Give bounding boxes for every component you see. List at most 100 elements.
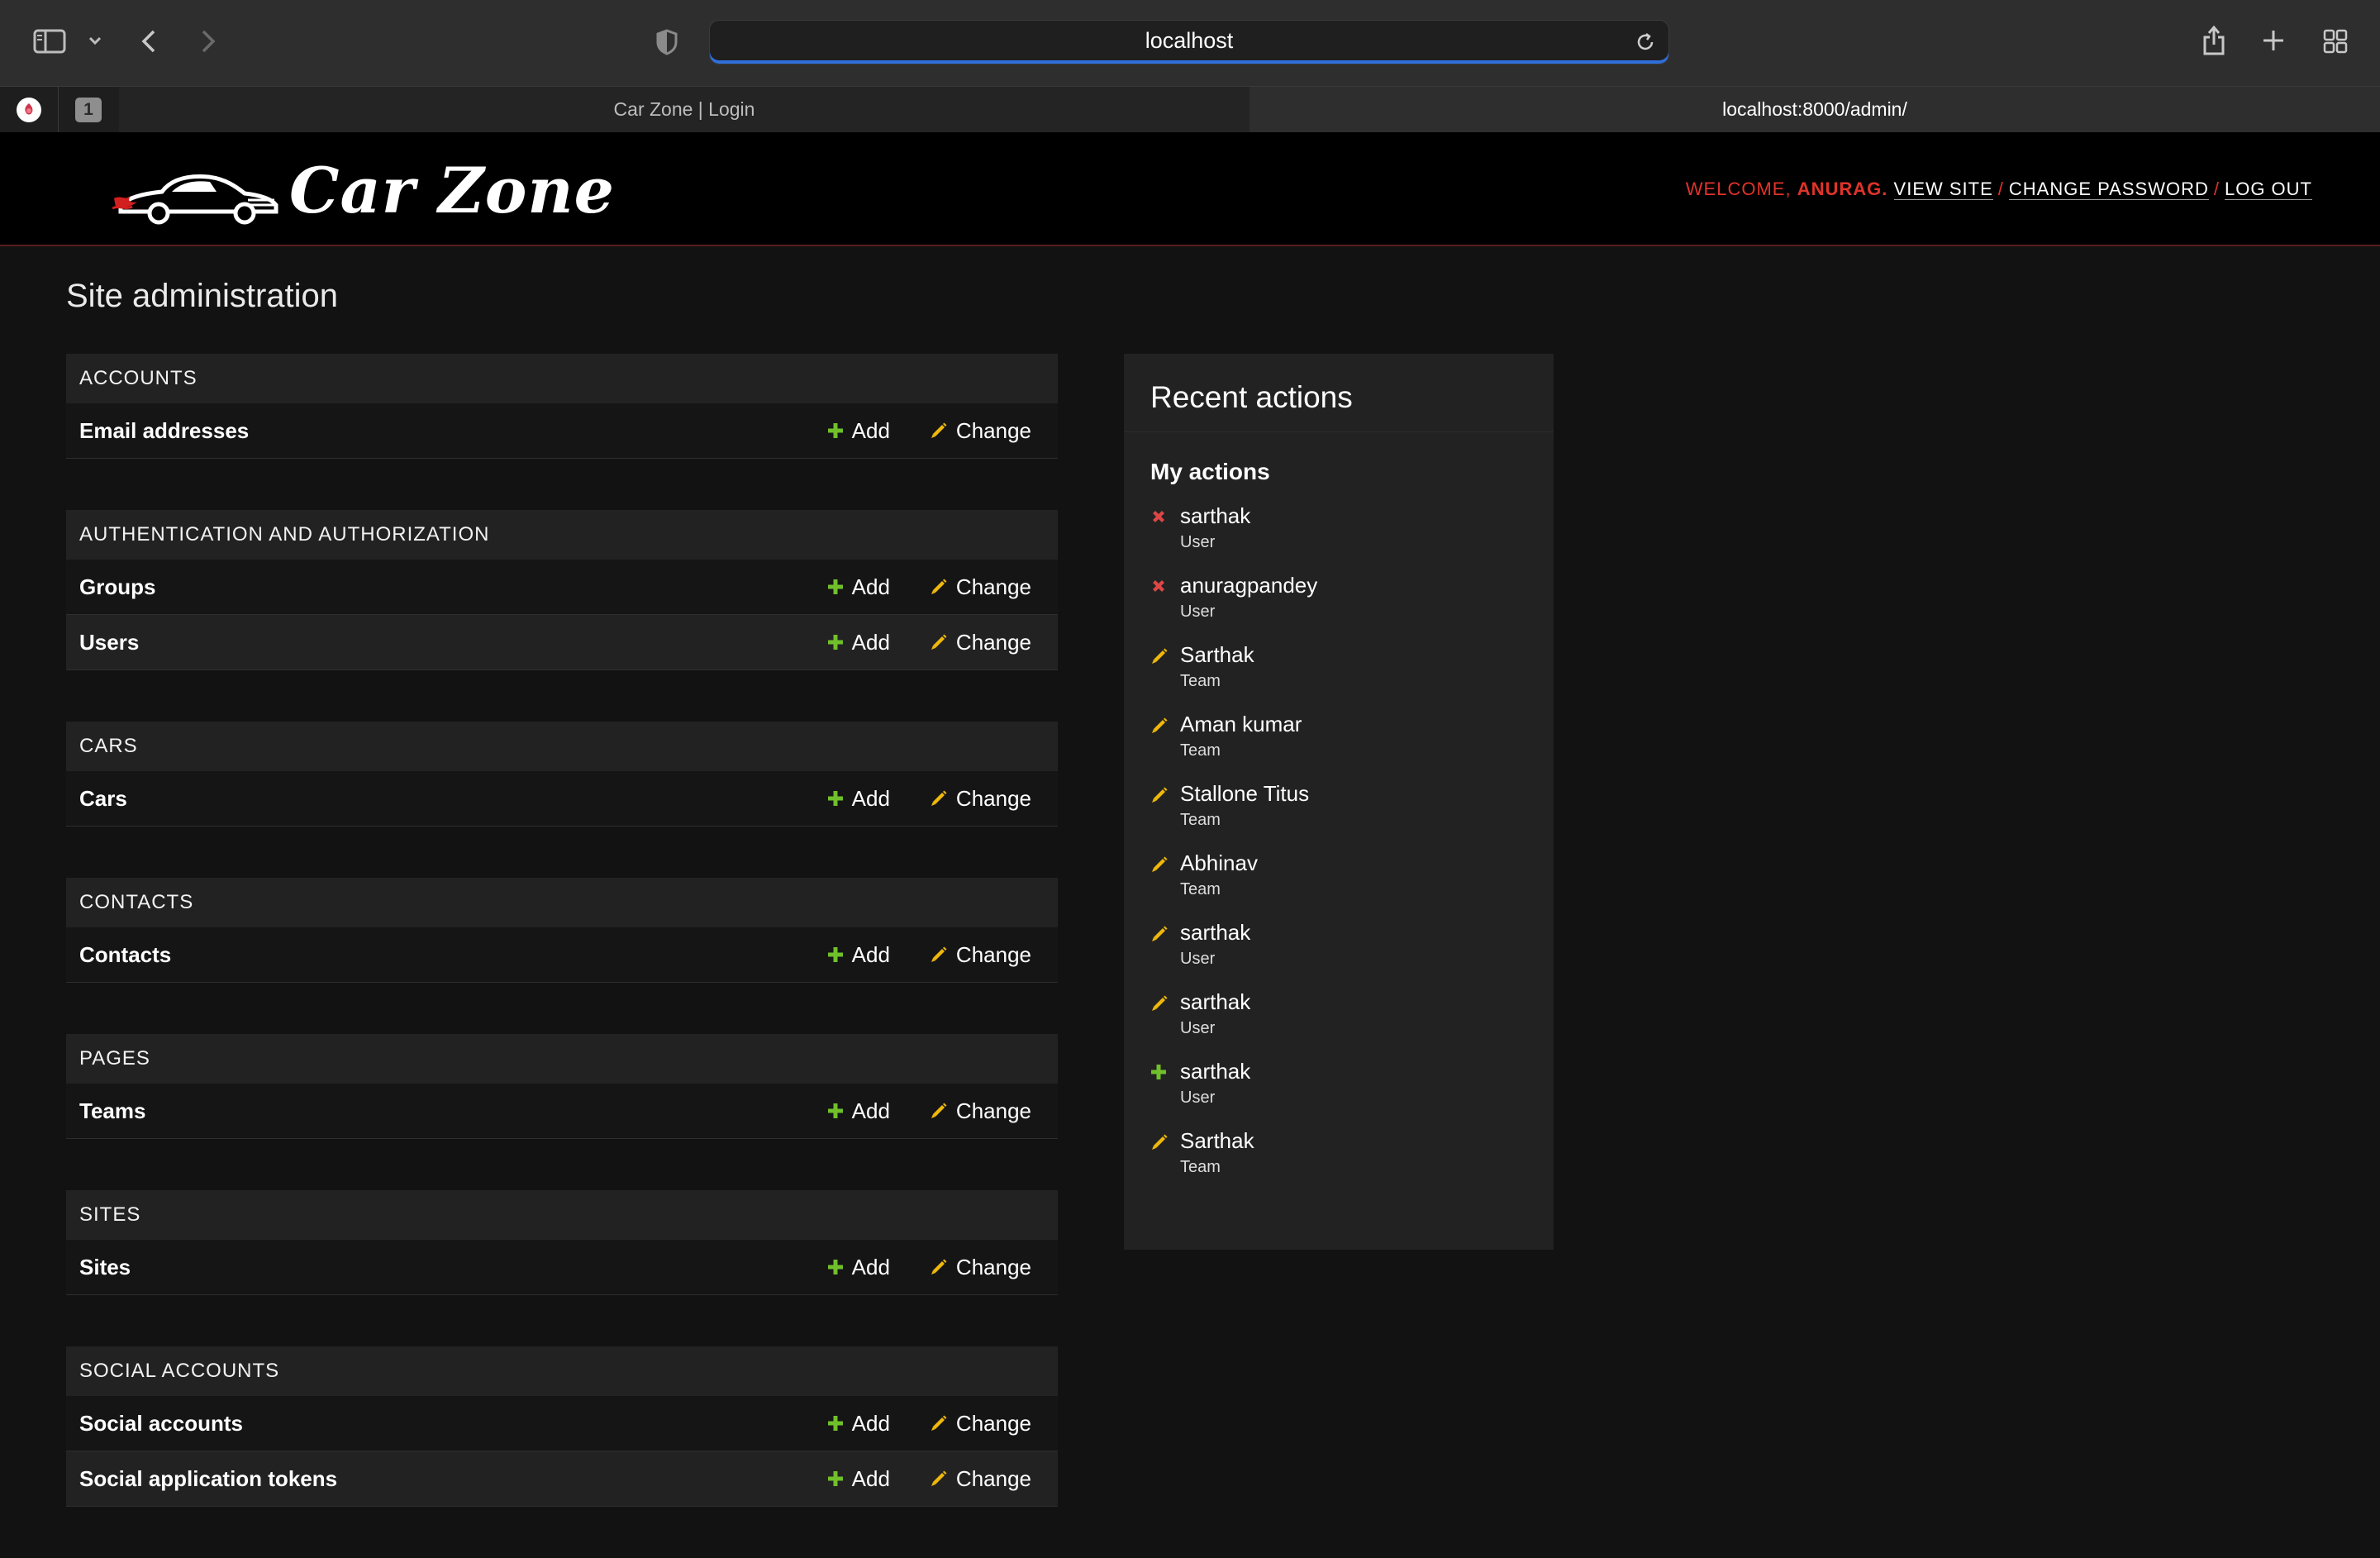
- pencil-icon: [930, 1258, 948, 1276]
- model-link[interactable]: Email addresses: [66, 418, 249, 444]
- tab-car-zone-login[interactable]: Car Zone | Login: [119, 87, 1250, 132]
- plus-icon: [827, 634, 844, 650]
- add-link[interactable]: Add: [827, 1411, 890, 1437]
- change-link[interactable]: Change: [930, 630, 1031, 655]
- pencil-icon: [930, 946, 948, 964]
- pencil-icon: [1150, 994, 1169, 1017]
- change-label: Change: [955, 941, 1031, 967]
- action-object-type: Team: [1180, 741, 1221, 760]
- privacy-shield-icon[interactable]: [654, 26, 679, 58]
- plus-icon: [827, 1103, 844, 1119]
- forward-icon[interactable]: [197, 26, 220, 56]
- change-link[interactable]: Change: [930, 1255, 1031, 1280]
- row-actions: Add Change: [788, 927, 1031, 982]
- tab-strip: 1 Car Zone | Login localhost:8000/admin/: [0, 86, 2380, 132]
- row-actions: Add Change: [788, 560, 1031, 614]
- action-object-link[interactable]: Abhinav: [1180, 850, 1258, 876]
- change-link[interactable]: Change: [930, 1098, 1031, 1124]
- car-zone-logo[interactable]: Car Zone: [112, 150, 614, 228]
- model-row-groups: Groups Add Change: [66, 560, 1058, 615]
- action-item: sarthak User: [1150, 989, 1554, 1059]
- module-cars: CARS Cars Add Change: [66, 722, 1058, 827]
- pencil-icon: [930, 578, 948, 596]
- add-link[interactable]: Add: [827, 418, 890, 444]
- share-icon[interactable]: [2202, 23, 2226, 58]
- module-pages: PAGES Teams Add Change: [66, 1034, 1058, 1139]
- module-caption[interactable]: ACCOUNTS: [66, 354, 1058, 403]
- module-caption[interactable]: CONTACTS: [66, 878, 1058, 927]
- add-link[interactable]: Add: [827, 1098, 890, 1124]
- change-link[interactable]: Change: [930, 786, 1031, 812]
- change-label: Change: [955, 629, 1031, 655]
- pinned-tab[interactable]: [0, 87, 59, 132]
- module-accounts: ACCOUNTS Email addresses Add Change: [66, 354, 1058, 459]
- pencil-icon: [930, 1414, 948, 1432]
- change-link[interactable]: Change: [930, 418, 1031, 444]
- action-object-type: Team: [1180, 1158, 1221, 1176]
- tab-admin[interactable]: localhost:8000/admin/: [1250, 87, 2380, 132]
- log-out-link[interactable]: LOG OUT: [2224, 179, 2312, 200]
- module-caption[interactable]: PAGES: [66, 1034, 1058, 1084]
- delete-icon: [1150, 578, 1167, 598]
- tab-overview-icon[interactable]: [2322, 28, 2349, 55]
- change-password-link[interactable]: CHANGE PASSWORD: [2008, 179, 2209, 200]
- site-header: Car Zone WELCOME, ANURAG. VIEW SITE / CHAN…: [0, 132, 2380, 246]
- model-link[interactable]: Teams: [66, 1098, 145, 1124]
- module-caption[interactable]: CARS: [66, 722, 1058, 771]
- view-site-link[interactable]: VIEW SITE: [1893, 179, 1993, 200]
- action-object-link[interactable]: sarthak: [1180, 989, 1250, 1015]
- separator: /: [1997, 179, 2004, 199]
- username: ANURAG: [1797, 179, 1883, 199]
- action-object-type: User: [1180, 1019, 1216, 1037]
- model-link[interactable]: Contacts: [66, 942, 171, 968]
- change-link[interactable]: Change: [930, 574, 1031, 600]
- pencil-icon: [1150, 786, 1169, 808]
- module-caption[interactable]: SITES: [66, 1190, 1058, 1240]
- module-caption[interactable]: SOCIAL ACCOUNTS: [66, 1346, 1058, 1396]
- action-list: sarthak User anuragpandey User Sarthak Team Am…: [1124, 485, 1554, 1198]
- change-link[interactable]: Change: [930, 942, 1031, 968]
- action-item: anuragpandey User: [1150, 573, 1554, 642]
- pencil-icon: [1150, 717, 1169, 739]
- add-link[interactable]: Add: [827, 1255, 890, 1280]
- change-link[interactable]: Change: [930, 1411, 1031, 1437]
- model-link[interactable]: Groups: [66, 574, 155, 600]
- add-link[interactable]: Add: [827, 786, 890, 812]
- chevron-down-icon[interactable]: [86, 31, 104, 50]
- module-contacts: CONTACTS Contacts Add Change: [66, 878, 1058, 983]
- model-link[interactable]: Users: [66, 630, 139, 655]
- new-tab-icon[interactable]: [2261, 28, 2286, 53]
- action-object-link[interactable]: Sarthak: [1180, 1128, 1254, 1154]
- pencil-icon: [1150, 647, 1169, 669]
- reload-icon[interactable]: [1634, 31, 1657, 54]
- model-row-cars: Cars Add Change: [66, 771, 1058, 827]
- model-row-teams: Teams Add Change: [66, 1084, 1058, 1139]
- model-link[interactable]: Social accounts: [66, 1411, 243, 1437]
- action-object-link[interactable]: Sarthak: [1180, 642, 1254, 668]
- action-object-link[interactable]: Stallone Titus: [1180, 781, 1309, 807]
- change-label: Change: [955, 1410, 1031, 1436]
- browser-toolbar: localhost: [0, 0, 2380, 86]
- action-object-link[interactable]: sarthak: [1180, 920, 1250, 946]
- tab-group-button[interactable]: 1: [58, 87, 120, 132]
- model-link[interactable]: Sites: [66, 1255, 131, 1280]
- add-label: Add: [851, 574, 890, 599]
- model-row-users: Users Add Change: [66, 615, 1058, 670]
- my-actions-heading: My actions: [1150, 459, 1270, 484]
- sidebar-toggle-icon[interactable]: [31, 26, 68, 56]
- row-actions: Add Change: [788, 1240, 1031, 1294]
- back-icon[interactable]: [137, 26, 160, 56]
- module-caption[interactable]: AUTHENTICATION AND AUTHORIZATION: [66, 510, 1058, 560]
- model-row-email-addresses: Email addresses Add Change: [66, 403, 1058, 459]
- add-link[interactable]: Add: [827, 942, 890, 968]
- action-object-link[interactable]: sarthak: [1180, 1059, 1250, 1084]
- add-link[interactable]: Add: [827, 574, 890, 600]
- action-object-type: Team: [1180, 811, 1221, 829]
- address-bar[interactable]: localhost: [709, 20, 1669, 64]
- model-link[interactable]: Cars: [66, 786, 127, 812]
- add-link[interactable]: Add: [827, 630, 890, 655]
- action-item: Sarthak Team: [1150, 1128, 1554, 1198]
- action-object-link[interactable]: Aman kumar: [1180, 712, 1302, 737]
- add-label: Add: [851, 629, 890, 655]
- row-actions: Add Change: [788, 771, 1031, 826]
